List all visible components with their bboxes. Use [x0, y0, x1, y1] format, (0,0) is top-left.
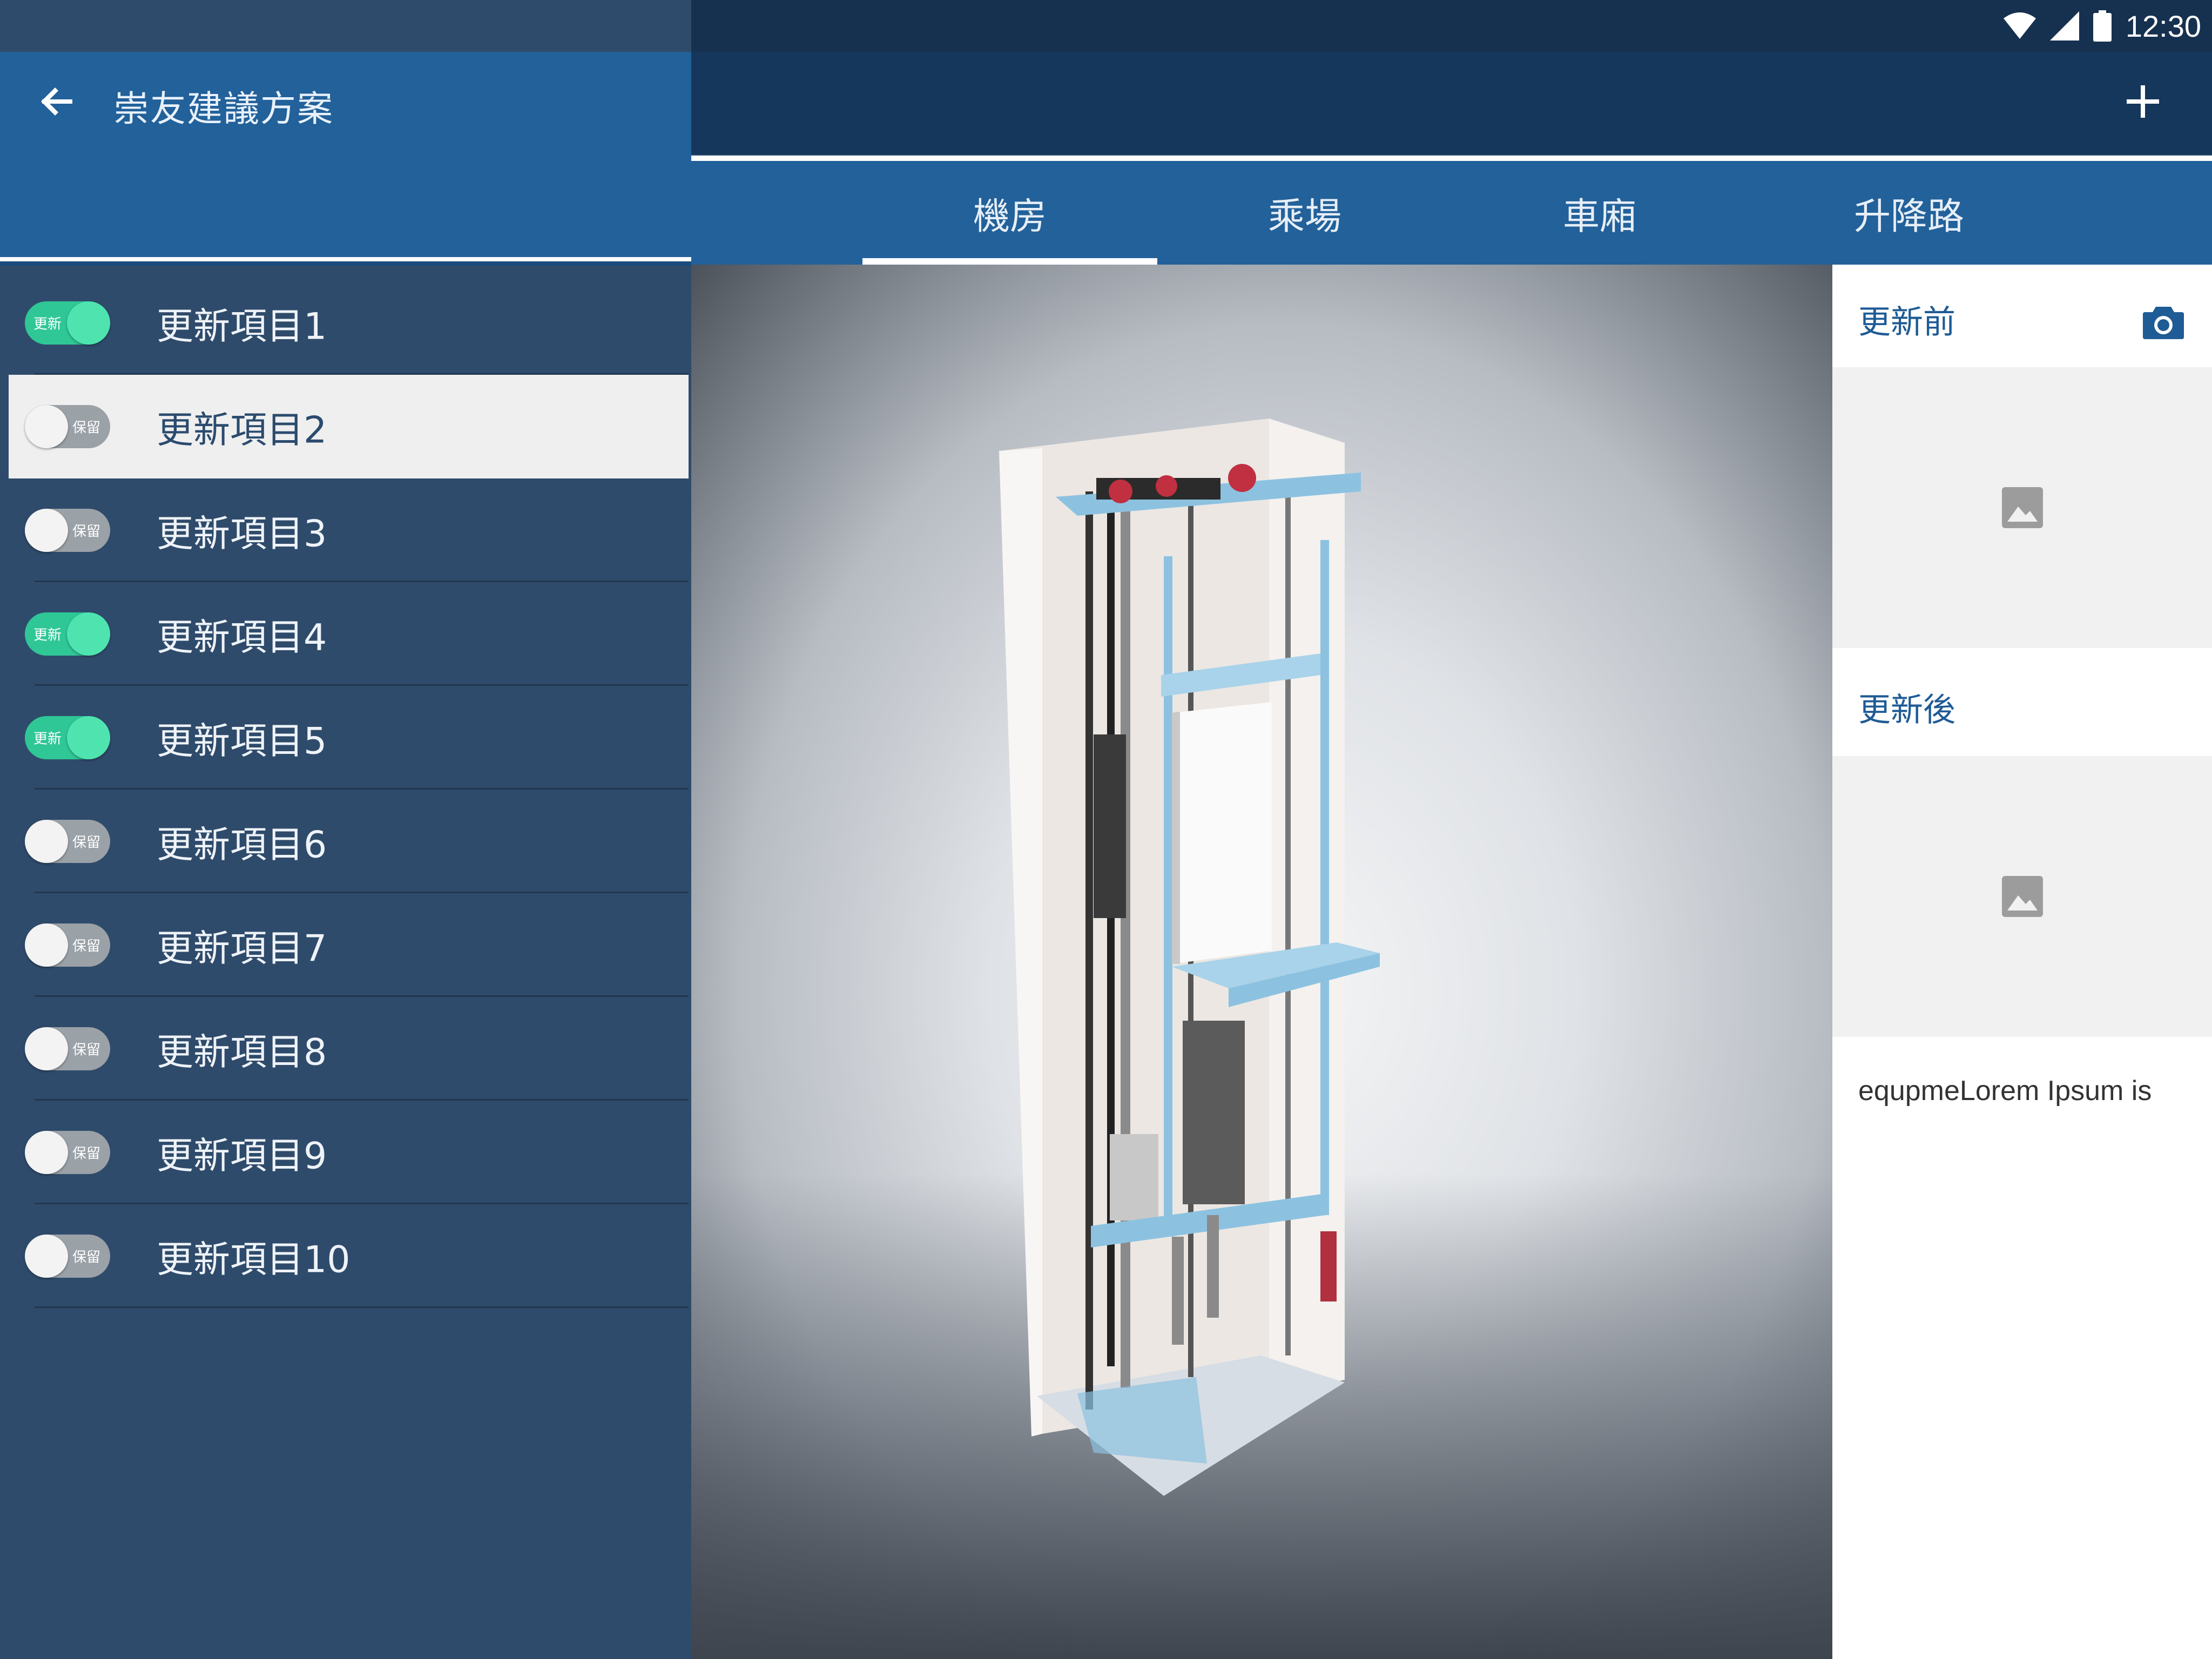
list-item-label: 更新項目10	[157, 1238, 350, 1282]
camera-button[interactable]	[2141, 299, 2186, 345]
drawer-title: 崇友建議方案	[113, 88, 334, 130]
battery-icon	[2093, 10, 2112, 42]
toggle-knob	[67, 716, 110, 759]
add-button[interactable]	[2117, 76, 2169, 127]
before-image-placeholder[interactable]	[1832, 367, 2212, 648]
wifi-icon	[2003, 12, 2036, 39]
toggle-text: 更新	[33, 627, 62, 644]
list-item[interactable]: 更新 更新項目5	[0, 686, 689, 790]
update-toggle[interactable]: 保留	[25, 405, 110, 448]
toggle-knob	[25, 820, 68, 863]
navigation-drawer: 崇友建議方案 更新 更新項目1 保留 更新項目2 保留 更新項目3 更新 更新項目4 更新 更新項…	[0, 0, 691, 1659]
toggle-knob	[67, 301, 110, 345]
after-title: 更新後	[1858, 691, 1955, 729]
before-title: 更新前	[1858, 304, 1955, 341]
drawer-header	[0, 52, 691, 260]
plus-icon	[2127, 85, 2159, 118]
toggle-text: 更新	[33, 731, 62, 747]
toggle-knob	[25, 923, 68, 967]
list-item[interactable]: 保留 更新項目7	[0, 893, 689, 997]
item-description: equpmeLorem Ipsum is	[1858, 1075, 2152, 1107]
tab-landing[interactable]: 乘場	[1157, 161, 1452, 265]
image-icon	[2001, 876, 2043, 917]
toggle-text: 保留	[72, 834, 100, 851]
list-item[interactable]: 更新 更新項目1	[0, 271, 689, 375]
toggle-text: 保留	[72, 523, 100, 540]
list-item-label: 更新項目4	[157, 616, 327, 659]
list-item-label: 更新項目8	[157, 1031, 327, 1074]
arrow-left-icon	[41, 87, 72, 116]
update-items-list: 更新 更新項目1 保留 更新項目2 保留 更新項目3 更新 更新項目4 更新 更新項目5 保留 更新項…	[0, 271, 689, 1308]
list-item[interactable]: 保留 更新項目6	[0, 790, 689, 893]
toggle-knob	[67, 612, 110, 656]
right-panel: 更新前 更新後 equpmeLorem Ipsum is	[1832, 265, 2212, 1659]
update-toggle[interactable]: 更新	[25, 301, 110, 345]
elevator-model-image	[999, 419, 1380, 1496]
list-item-label: 更新項目5	[157, 720, 327, 763]
signal-icon	[2049, 11, 2079, 41]
update-toggle[interactable]: 保留	[25, 1235, 110, 1278]
toggle-text: 保留	[72, 938, 100, 955]
list-item-label: 更新項目9	[157, 1135, 327, 1178]
toggle-knob	[25, 1131, 68, 1174]
tab-machine-room[interactable]: 機房	[862, 161, 1157, 265]
toggle-knob	[25, 1027, 68, 1070]
list-item-label: 更新項目7	[157, 927, 327, 970]
toggle-knob	[25, 405, 68, 448]
tab-bar: 機房 乘場 車廂 升降路	[691, 161, 2212, 265]
after-image-placeholder[interactable]	[1832, 756, 2212, 1037]
list-item-label: 更新項目6	[157, 824, 327, 867]
toggle-text: 保留	[72, 1145, 100, 1162]
list-item-label: 更新項目1	[157, 305, 327, 348]
list-item[interactable]: 保留 更新項目10	[0, 1204, 689, 1308]
toggle-knob	[25, 509, 68, 552]
update-toggle[interactable]: 保留	[25, 923, 110, 967]
tab-hoistway[interactable]: 升降路	[1747, 161, 2071, 265]
toggle-text: 保留	[72, 420, 100, 436]
list-item-label: 更新項目2	[157, 409, 327, 452]
list-item[interactable]: 保留 更新項目9	[0, 1101, 689, 1204]
update-toggle[interactable]: 保留	[25, 1027, 110, 1070]
list-item[interactable]: 更新 更新項目4	[0, 582, 689, 686]
update-toggle[interactable]: 更新	[25, 716, 110, 759]
divider	[35, 1306, 689, 1308]
update-toggle[interactable]: 保留	[25, 820, 110, 863]
elevator-3d-viewer[interactable]	[689, 265, 1832, 1659]
list-item[interactable]: 保留 更新項目8	[0, 997, 689, 1101]
camera-icon	[2143, 307, 2184, 339]
list-item-label: 更新項目3	[157, 512, 327, 556]
list-item[interactable]: 保留 更新項目2	[9, 375, 689, 478]
toggle-knob	[25, 1235, 68, 1278]
image-icon	[2001, 487, 2043, 528]
update-toggle[interactable]: 更新	[25, 612, 110, 656]
tab-car[interactable]: 車廂	[1452, 161, 1747, 265]
status-time: 12:30	[2125, 9, 2201, 43]
update-toggle[interactable]: 保留	[25, 1131, 110, 1174]
toggle-text: 保留	[72, 1249, 100, 1266]
update-toggle[interactable]: 保留	[25, 509, 110, 552]
toggle-text: 保留	[72, 1042, 100, 1058]
toggle-text: 更新	[33, 316, 62, 333]
back-button[interactable]	[30, 76, 82, 127]
main-toolbar	[691, 52, 2212, 154]
list-item[interactable]: 保留 更新項目3	[0, 478, 689, 582]
